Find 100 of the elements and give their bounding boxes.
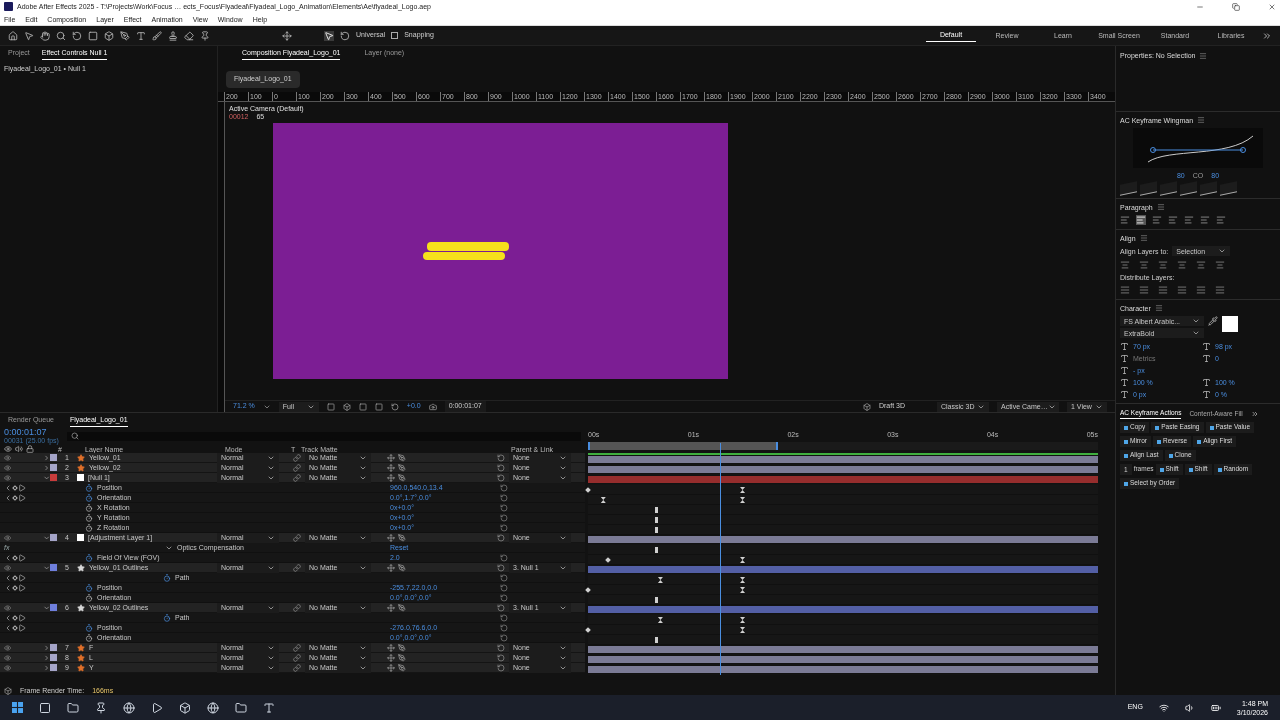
taskbar-app-icon[interactable] [263,701,275,714]
stopwatch-icon[interactable] [85,493,93,502]
paragraph-align-icon[interactable] [1216,215,1226,225]
stopwatch-icon[interactable] [85,623,93,632]
ease-preset-icon[interactable] [1140,181,1157,196]
stopwatch-icon[interactable] [85,633,93,642]
keyframe-icon[interactable] [740,497,746,503]
keyframe-icon[interactable] [600,497,606,503]
paragraph-align-icon[interactable] [1184,215,1194,225]
snapping-checkbox[interactable] [391,32,399,39]
view-option-icon[interactable] [342,402,351,411]
keyframe-icon[interactable] [654,547,658,553]
windows-start-icon[interactable] [12,702,23,713]
align-icon[interactable] [1215,260,1225,270]
expand-caret-icon[interactable] [42,533,50,542]
ease-preset-icon[interactable] [1160,181,1177,196]
tool-icon[interactable] [88,30,98,41]
tool-icon[interactable] [152,30,162,41]
fill-color-swatch[interactable] [1222,316,1238,332]
taskbar-app-icon[interactable] [39,701,51,714]
tool-icon[interactable] [56,30,66,41]
stopwatch-icon[interactable] [85,513,93,522]
keyframe-icon[interactable] [654,597,658,603]
keyframe-icon[interactable] [654,527,658,533]
taskbar-app-icon[interactable] [207,701,219,714]
align-icon[interactable] [1177,260,1187,270]
distribute-icon[interactable] [1120,285,1130,295]
stopwatch-icon[interactable] [85,593,93,602]
next-keyframe-icon[interactable] [18,553,26,562]
label-color-swatch[interactable] [50,564,57,571]
tool-icon[interactable] [24,30,34,41]
stopwatch-icon[interactable] [85,523,93,532]
align-icon[interactable] [1158,260,1168,270]
taskbar-app-icon[interactable] [151,701,163,714]
stopwatch-icon[interactable] [163,613,171,622]
label-color-swatch[interactable] [50,464,57,471]
keyframe-icon[interactable] [585,587,591,593]
label-color-swatch[interactable] [50,534,57,541]
stopwatch-icon[interactable] [85,483,93,492]
label-color-swatch[interactable] [50,664,57,671]
paragraph-align-icon[interactable] [1152,215,1162,225]
taskbar-app-icon[interactable] [95,701,107,714]
taskbar-app-icon[interactable] [235,701,247,714]
keyframe-icon[interactable] [657,577,663,583]
ease-preset-icon[interactable] [1180,181,1197,196]
previous-keyframe-icon[interactable] [4,553,12,562]
keyframe-icon[interactable] [740,587,746,593]
align-icon[interactable] [1139,260,1149,270]
eye-icon[interactable] [4,463,12,472]
eye-icon[interactable] [4,453,12,462]
stopwatch-icon[interactable] [85,553,93,562]
eye-icon[interactable] [4,653,12,662]
tool-icon[interactable] [200,30,210,41]
stopwatch-icon[interactable] [85,583,93,592]
paragraph-align-icon[interactable] [1120,215,1130,225]
taskbar-app-icon[interactable] [67,701,79,714]
tool-icon[interactable] [120,30,130,41]
tool-icon[interactable] [40,30,50,41]
ease-preset-icon[interactable] [1200,181,1217,196]
keyframe-icon[interactable] [654,637,658,643]
tool-icon[interactable] [168,30,178,41]
tool-icon[interactable] [104,30,114,41]
tool-icon[interactable] [136,30,146,41]
search-field[interactable] [66,431,581,441]
ease-preset-icon[interactable] [1120,181,1137,196]
stopwatch-icon[interactable] [163,573,171,582]
keyframe-icon[interactable] [654,517,658,523]
eye-icon[interactable] [4,643,12,652]
ease-preset-icon[interactable] [1220,181,1237,196]
keyframe-icon[interactable] [657,617,663,623]
distribute-icon[interactable] [1158,285,1168,295]
taskbar-app-icon[interactable] [179,701,191,714]
label-color-swatch[interactable] [50,644,57,651]
expand-caret-icon[interactable] [42,603,50,612]
align-icon[interactable] [1196,260,1206,270]
stopwatch-icon[interactable] [85,503,93,512]
keyframe-icon[interactable] [740,487,746,493]
label-color-swatch[interactable] [50,654,57,661]
keyframe-icon[interactable] [740,617,746,623]
expand-caret-icon[interactable] [42,473,50,482]
distribute-icon[interactable] [1177,285,1187,295]
label-color-swatch[interactable] [50,454,57,461]
eye-icon[interactable] [4,533,12,542]
expand-caret-icon[interactable] [42,563,50,572]
tool-icon[interactable] [72,30,82,41]
keyframe-icon[interactable] [740,557,746,563]
tool-icon[interactable] [184,30,194,41]
keyframe-icon[interactable] [740,577,746,583]
align-icon[interactable] [1120,260,1130,270]
selection-tool-icon[interactable] [324,30,334,41]
keyframe-icon[interactable] [585,487,591,493]
timecode[interactable]: 0:00:01:07 [4,428,59,437]
keyframe-icon[interactable] [585,627,591,633]
keyframe-icon[interactable] [605,557,611,563]
label-color-swatch[interactable] [50,604,57,611]
label-color-swatch[interactable] [50,474,57,481]
paragraph-align-icon[interactable] [1168,215,1178,225]
eye-icon[interactable] [4,663,12,672]
keyframe-icon[interactable] [654,507,658,513]
distribute-icon[interactable] [1139,285,1149,295]
